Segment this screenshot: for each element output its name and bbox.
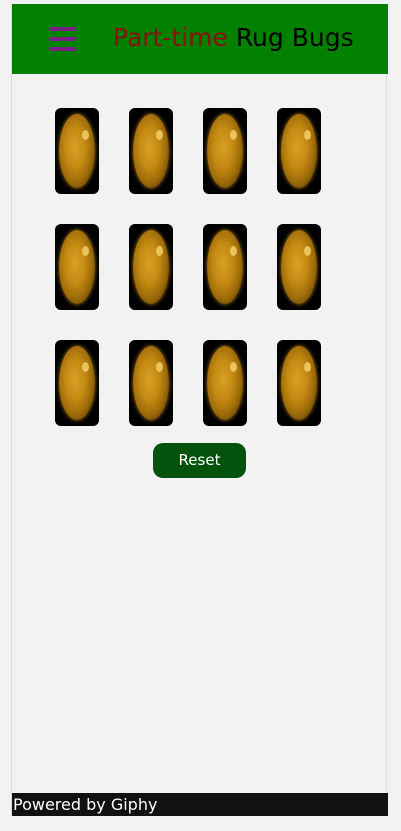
memory-card[interactable] <box>55 108 99 194</box>
app-frame: Part-time Rug Bugs Reset Powered by Giph… <box>11 4 388 816</box>
footer-bar: Powered by Giphy <box>12 793 388 816</box>
title-rug-bugs: Rug Bugs <box>235 23 354 52</box>
sun-image-icon <box>281 114 317 188</box>
memory-card[interactable] <box>129 340 173 426</box>
solar-flare-icon <box>156 246 163 256</box>
memory-card[interactable] <box>203 108 247 194</box>
memory-card[interactable] <box>203 340 247 426</box>
solar-flare-icon <box>230 246 237 256</box>
solar-flare-icon <box>82 130 89 140</box>
solar-flare-icon <box>304 362 311 372</box>
sun-image-icon <box>207 346 243 420</box>
solar-flare-icon <box>82 362 89 372</box>
sun-image-icon <box>207 114 243 188</box>
sun-image-icon <box>207 230 243 304</box>
memory-card[interactable] <box>203 224 247 310</box>
app-title: Part-time Rug Bugs <box>113 21 354 55</box>
memory-card[interactable] <box>129 224 173 310</box>
menu-bar-top <box>49 27 76 31</box>
memory-card[interactable] <box>55 224 99 310</box>
solar-flare-icon <box>156 362 163 372</box>
menu-bar-middle <box>49 37 76 41</box>
memory-card[interactable] <box>277 108 321 194</box>
solar-flare-icon <box>304 130 311 140</box>
memory-card[interactable] <box>277 340 321 426</box>
memory-card[interactable] <box>55 340 99 426</box>
sun-image-icon <box>59 230 95 304</box>
solar-flare-icon <box>230 362 237 372</box>
solar-flare-icon <box>156 130 163 140</box>
sun-image-icon <box>281 230 317 304</box>
hamburger-menu-icon[interactable] <box>49 26 76 52</box>
memory-card[interactable] <box>129 108 173 194</box>
menu-bar-bottom <box>49 47 76 51</box>
memory-card[interactable] <box>277 224 321 310</box>
solar-flare-icon <box>304 246 311 256</box>
reset-button[interactable]: Reset <box>153 443 246 478</box>
solar-flare-icon <box>230 130 237 140</box>
sun-image-icon <box>281 346 317 420</box>
footer-credit: Powered by Giphy <box>13 795 158 814</box>
sun-image-icon <box>133 230 169 304</box>
header-bar: Part-time Rug Bugs <box>12 4 388 74</box>
sun-image-icon <box>59 346 95 420</box>
sun-image-icon <box>133 114 169 188</box>
sun-image-icon <box>59 114 95 188</box>
sun-image-icon <box>133 346 169 420</box>
title-part-time: Part-time <box>113 23 228 52</box>
solar-flare-icon <box>82 246 89 256</box>
